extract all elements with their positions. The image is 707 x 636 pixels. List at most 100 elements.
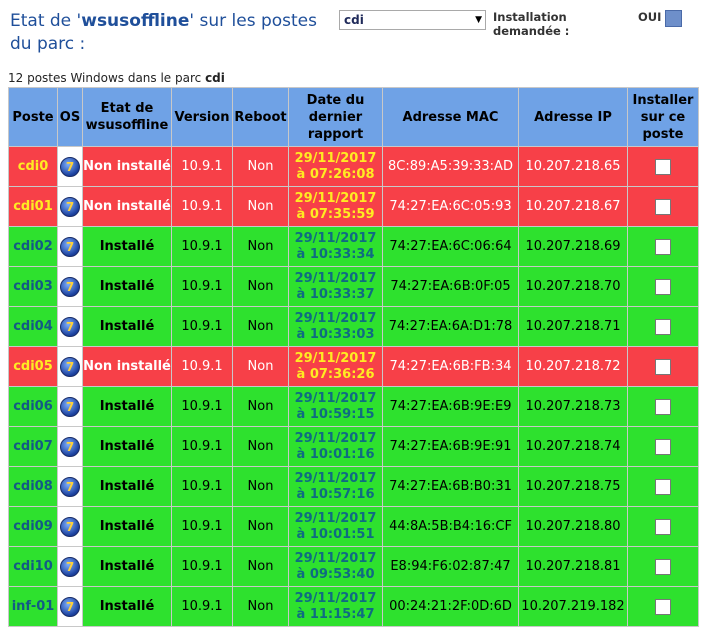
oui-toggle-all-checkbox[interactable] bbox=[665, 10, 682, 27]
date-day: 29/11/2017 bbox=[294, 470, 377, 486]
header-reboot: Reboot bbox=[232, 87, 289, 147]
ip-cell: 10.207.218.70 bbox=[518, 266, 628, 307]
ip-cell: 10.207.218.71 bbox=[518, 306, 628, 347]
install-checkbox[interactable] bbox=[655, 358, 671, 375]
os-cell: 7 bbox=[57, 146, 83, 187]
install-checkbox[interactable] bbox=[655, 318, 671, 335]
mac-cell: E8:94:F6:02:87:47 bbox=[382, 546, 519, 587]
reboot-cell: Non bbox=[232, 186, 289, 227]
table-body: cdi0 7 Non installé 10.9.1 Non 29/11/2017 à 07… bbox=[8, 146, 699, 627]
ip-cell: 10.207.218.80 bbox=[518, 506, 628, 547]
installer-cell bbox=[627, 146, 699, 187]
poste-name-link[interactable]: cdi02 bbox=[8, 226, 58, 267]
version-cell: 10.9.1 bbox=[171, 346, 233, 387]
etat-cell: Installé bbox=[82, 506, 172, 547]
date-day: 29/11/2017 bbox=[294, 190, 377, 206]
poste-name-link[interactable]: inf-01 bbox=[8, 586, 58, 627]
reboot-cell: Non bbox=[232, 466, 289, 507]
park-select[interactable]: cdi ▼ bbox=[339, 10, 486, 30]
reboot-cell: Non bbox=[232, 266, 289, 307]
etat-cell: Installé bbox=[82, 386, 172, 427]
etat-cell: Installé bbox=[82, 266, 172, 307]
poste-name-link[interactable]: cdi05 bbox=[8, 346, 58, 387]
os-cell: 7 bbox=[57, 466, 83, 507]
reboot-cell: Non bbox=[232, 426, 289, 467]
installer-cell bbox=[627, 506, 699, 547]
ip-cell: 10.207.218.67 bbox=[518, 186, 628, 227]
etat-cell: Installé bbox=[82, 586, 172, 627]
table-row: cdi07 7 Installé 10.9.1 Non 29/11/2017 à 10:01… bbox=[8, 426, 699, 467]
date-day: 29/11/2017 bbox=[294, 390, 377, 406]
date-time: à 10:57:16 bbox=[296, 486, 375, 502]
version-cell: 10.9.1 bbox=[171, 306, 233, 347]
install-checkbox[interactable] bbox=[655, 398, 671, 415]
etat-cell: Installé bbox=[82, 306, 172, 347]
table-row: cdi06 7 Installé 10.9.1 Non 29/11/2017 à 10:59… bbox=[8, 386, 699, 427]
etat-cell: Non installé bbox=[82, 146, 172, 187]
date-cell: 29/11/2017 à 07:26:08 bbox=[288, 146, 383, 187]
os-cell: 7 bbox=[57, 266, 83, 307]
poste-name-link[interactable]: cdi03 bbox=[8, 266, 58, 307]
poste-name-link[interactable]: cdi07 bbox=[8, 426, 58, 467]
poste-name-link[interactable]: cdi0 bbox=[8, 146, 58, 187]
reboot-cell: Non bbox=[232, 586, 289, 627]
oui-label: OUI bbox=[638, 10, 662, 24]
os-cell: 7 bbox=[57, 226, 83, 267]
install-checkbox[interactable] bbox=[655, 238, 671, 255]
mac-cell: 00:24:21:2F:0D:6D bbox=[382, 586, 519, 627]
ip-cell: 10.207.218.72 bbox=[518, 346, 628, 387]
poste-name-link[interactable]: cdi08 bbox=[8, 466, 58, 507]
windows-7-icon: 7 bbox=[60, 276, 80, 297]
poste-name-link[interactable]: cdi01 bbox=[8, 186, 58, 227]
installer-cell bbox=[627, 346, 699, 387]
install-checkbox[interactable] bbox=[655, 198, 671, 215]
date-day: 29/11/2017 bbox=[294, 510, 377, 526]
date-time: à 07:35:59 bbox=[296, 206, 375, 222]
date-cell: 29/11/2017 à 11:15:47 bbox=[288, 586, 383, 627]
etat-cell: Non installé bbox=[82, 346, 172, 387]
install-checkbox[interactable] bbox=[655, 158, 671, 175]
chevron-down-icon: ▼ bbox=[475, 15, 482, 25]
date-time: à 10:59:15 bbox=[296, 406, 375, 422]
version-cell: 10.9.1 bbox=[171, 226, 233, 267]
installer-cell bbox=[627, 186, 699, 227]
poste-name-link[interactable]: cdi09 bbox=[8, 506, 58, 547]
header-etat: Etat de wsusoffline bbox=[82, 87, 172, 147]
date-time: à 07:36:26 bbox=[296, 366, 375, 382]
install-checkbox[interactable] bbox=[655, 438, 671, 455]
windows-7-icon: 7 bbox=[60, 196, 80, 217]
postes-table: Poste OS Etat de wsusoffline Version Reboot D… bbox=[8, 87, 699, 627]
install-checkbox[interactable] bbox=[655, 518, 671, 535]
header-ip: Adresse IP bbox=[518, 87, 628, 147]
install-checkbox[interactable] bbox=[655, 558, 671, 575]
windows-7-icon: 7 bbox=[60, 556, 80, 577]
install-checkbox[interactable] bbox=[655, 478, 671, 495]
install-requested-label: Installation demandée : bbox=[493, 10, 583, 38]
installer-cell bbox=[627, 226, 699, 267]
installer-cell bbox=[627, 266, 699, 307]
poste-name-link[interactable]: cdi10 bbox=[8, 546, 58, 587]
date-time: à 10:01:51 bbox=[296, 526, 375, 542]
header-mac: Adresse MAC bbox=[382, 87, 519, 147]
install-checkbox[interactable] bbox=[655, 278, 671, 295]
postes-count: 12 postes Windows dans le parc cdi bbox=[8, 71, 225, 85]
poste-name-link[interactable]: cdi06 bbox=[8, 386, 58, 427]
installer-cell bbox=[627, 426, 699, 467]
install-requested-text: Installation demandée : bbox=[493, 10, 570, 38]
date-cell: 29/11/2017 à 10:59:15 bbox=[288, 386, 383, 427]
mac-cell: 44:8A:5B:B4:16:CF bbox=[382, 506, 519, 547]
poste-name-link[interactable]: cdi04 bbox=[8, 306, 58, 347]
windows-7-icon: 7 bbox=[60, 396, 80, 417]
mac-cell: 74:27:EA:6A:D1:78 bbox=[382, 306, 519, 347]
table-header-row: Poste OS Etat de wsusoffline Version Reboot D… bbox=[8, 87, 699, 147]
mac-cell: 74:27:EA:6C:05:93 bbox=[382, 186, 519, 227]
os-cell: 7 bbox=[57, 386, 83, 427]
park-select-value: cdi bbox=[344, 13, 364, 27]
reboot-cell: Non bbox=[232, 546, 289, 587]
install-checkbox[interactable] bbox=[655, 598, 671, 615]
date-cell: 29/11/2017 à 10:33:37 bbox=[288, 266, 383, 307]
date-time: à 09:53:40 bbox=[296, 566, 375, 582]
header-version: Version bbox=[171, 87, 233, 147]
ip-cell: 10.207.219.182 bbox=[518, 586, 628, 627]
postes-count-text: 12 postes Windows dans le parc bbox=[8, 71, 206, 85]
